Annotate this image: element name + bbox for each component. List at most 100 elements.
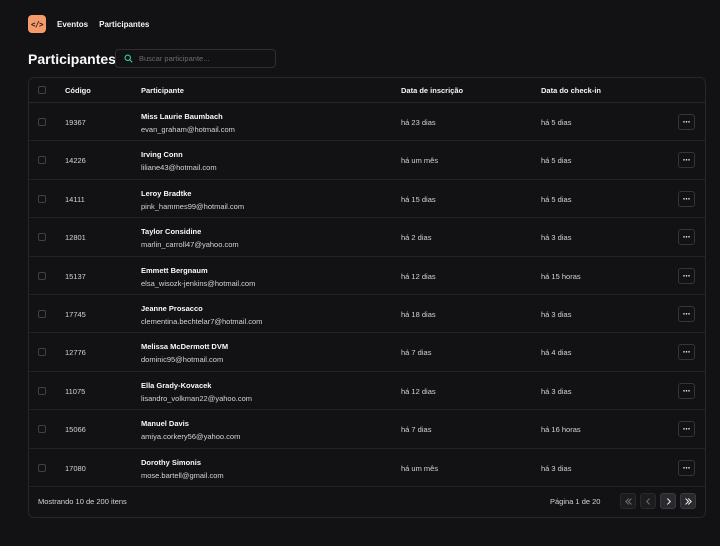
showing-count: Mostrando 10 de 200 itens — [38, 497, 127, 506]
search-input[interactable] — [139, 54, 269, 63]
row-participant-name: Ella Grady-Kovacek — [141, 380, 212, 390]
row-menu-button[interactable]: ··· — [678, 382, 695, 399]
row-participant-email: pink_hammes99@hotmail.com — [141, 201, 245, 211]
row-checkbox[interactable] — [38, 118, 46, 126]
page-info: Página 1 de 20 — [550, 497, 601, 506]
table-row: 14111 Leroy Bradtke pink_hammes99@hotmail.… — [29, 180, 705, 219]
row-participant-name: Taylor Considine — [141, 227, 202, 237]
row-participant-email: amiya.corkery56@yahoo.com — [141, 432, 241, 442]
table-row: 12801 Taylor Considine marlin_carroll47@ya… — [29, 218, 705, 257]
row-checkin-date: há 4 dias — [541, 348, 572, 358]
row-code: 14226 — [65, 156, 86, 166]
row-checkin-date: há 3 dias — [541, 309, 572, 319]
header-registered[interactable]: Data de inscrição — [401, 78, 463, 103]
row-code: 11075 — [65, 386, 86, 396]
nav-link-eventos[interactable]: Eventos — [57, 20, 88, 29]
row-checkin-date: há 3 dias — [541, 233, 572, 243]
row-menu-button[interactable]: ··· — [678, 152, 695, 169]
table-row: 17080 Dorothy Simonis mose.bartell@gmail.c… — [29, 449, 705, 487]
more-horizontal-icon: ··· — [682, 385, 691, 396]
row-participant-email: lisandro_volkman22@yahoo.com — [141, 393, 253, 403]
row-participant-name: Leroy Bradtke — [141, 188, 192, 198]
header-participant[interactable]: Participante — [141, 78, 184, 103]
search-box[interactable] — [115, 49, 276, 68]
more-horizontal-icon: ··· — [682, 155, 691, 166]
more-horizontal-icon: ··· — [682, 232, 691, 243]
row-participant-email: dominic95@hotmail.com — [141, 355, 224, 365]
row-code: 17080 — [65, 463, 86, 473]
row-participant-email: evan_graham@hotmail.com — [141, 125, 235, 134]
row-participant-name: Jeanne Prosacco — [141, 303, 203, 313]
row-registered-date: há 12 dias — [401, 386, 436, 396]
row-checkbox[interactable] — [38, 194, 46, 203]
select-all-checkbox[interactable] — [38, 86, 46, 94]
more-horizontal-icon: ··· — [682, 462, 691, 473]
first-page-button[interactable] — [620, 493, 636, 509]
more-horizontal-icon: ··· — [682, 193, 691, 204]
chevrons-right-icon — [684, 497, 692, 505]
row-checkin-date: há 5 dias — [541, 118, 572, 127]
row-registered-date: há 2 dias — [401, 233, 432, 243]
row-checkbox[interactable] — [38, 348, 46, 357]
row-checkin-date: há 3 dias — [541, 463, 572, 473]
row-registered-date: há 15 dias — [401, 194, 436, 204]
next-page-button[interactable] — [660, 493, 676, 509]
row-checkbox[interactable] — [38, 463, 46, 472]
row-participant-name: Miss Laurie Baumbach — [141, 112, 223, 121]
row-checkin-date: há 16 horas — [541, 425, 581, 435]
more-horizontal-icon: ··· — [682, 117, 691, 127]
row-participant-name: Manuel Davis — [141, 419, 189, 429]
row-code: 12801 — [65, 233, 86, 243]
more-horizontal-icon: ··· — [682, 270, 691, 281]
row-code: 15066 — [65, 425, 86, 435]
row-menu-button[interactable]: ··· — [678, 421, 695, 438]
row-registered-date: há 7 dias — [401, 348, 432, 358]
row-checkbox[interactable] — [38, 386, 46, 395]
row-checkbox[interactable] — [38, 425, 46, 434]
header-checkin[interactable]: Data do check-in — [541, 78, 601, 103]
row-checkbox[interactable] — [38, 156, 46, 165]
chevron-right-icon — [666, 497, 671, 505]
row-checkbox[interactable] — [38, 233, 46, 242]
row-checkbox[interactable] — [38, 309, 46, 318]
row-registered-date: há 7 dias — [401, 425, 432, 435]
header-code[interactable]: Código — [65, 78, 91, 103]
app-logo[interactable]: </> — [28, 15, 46, 33]
row-menu-button[interactable]: ··· — [678, 229, 695, 246]
participants-table: Código Participante Data de inscrição Da… — [28, 77, 706, 518]
row-menu-button[interactable]: ··· — [678, 344, 695, 361]
row-participant-name: Melissa McDermott DVM — [141, 342, 229, 352]
row-code: 12776 — [65, 348, 86, 358]
page-title: Participantes — [28, 51, 116, 67]
table-row: 19367 Miss Laurie Baumbach evan_graham@hot… — [29, 103, 705, 142]
row-menu-button[interactable]: ··· — [678, 305, 695, 322]
table-body: 19367 Miss Laurie Baumbach evan_graham@hot… — [29, 103, 705, 487]
row-registered-date: há um mês — [401, 156, 439, 166]
row-registered-date: há 12 dias — [401, 271, 436, 281]
more-horizontal-icon: ··· — [682, 347, 691, 358]
table-row: 12776 Melissa McDermott DVM dominic95@hotm… — [29, 333, 705, 372]
table-row: 14226 Irving Conn liliane43@hotmail.com há … — [29, 141, 705, 180]
table-footer: Mostrando 10 de 200 itens Página 1 de 20 — [29, 486, 705, 517]
row-code: 14111 — [65, 194, 85, 204]
prev-page-button[interactable] — [640, 493, 656, 509]
row-checkin-date: há 15 horas — [541, 271, 581, 281]
row-participant-name: Dorothy Simonis — [141, 457, 202, 467]
row-menu-button[interactable]: ··· — [678, 459, 695, 476]
row-checkin-date: há 5 dias — [541, 156, 572, 166]
last-page-button[interactable] — [680, 493, 696, 509]
row-participant-name: Emmett Bergnaum — [141, 265, 208, 275]
row-menu-button[interactable]: ··· — [678, 267, 695, 284]
row-menu-button[interactable]: ··· — [678, 190, 695, 207]
nav-link-participantes[interactable]: Participantes — [99, 20, 149, 29]
row-participant-name: Irving Conn — [141, 150, 183, 160]
row-checkin-date: há 3 dias — [541, 386, 572, 396]
row-code: 17745 — [65, 309, 86, 319]
table-row: 15137 Emmett Bergnaum elsa_wisozk-jenkins@… — [29, 257, 705, 295]
chevron-left-icon — [645, 497, 650, 505]
row-checkbox[interactable] — [38, 271, 46, 280]
row-menu-button[interactable]: ··· — [678, 114, 695, 130]
table-row: 17745 Jeanne Prosacco clementina.bechtelar… — [29, 295, 705, 334]
row-participant-email: marlin_carroll47@yahoo.com — [141, 240, 239, 250]
row-participant-email: liliane43@hotmail.com — [141, 163, 217, 173]
